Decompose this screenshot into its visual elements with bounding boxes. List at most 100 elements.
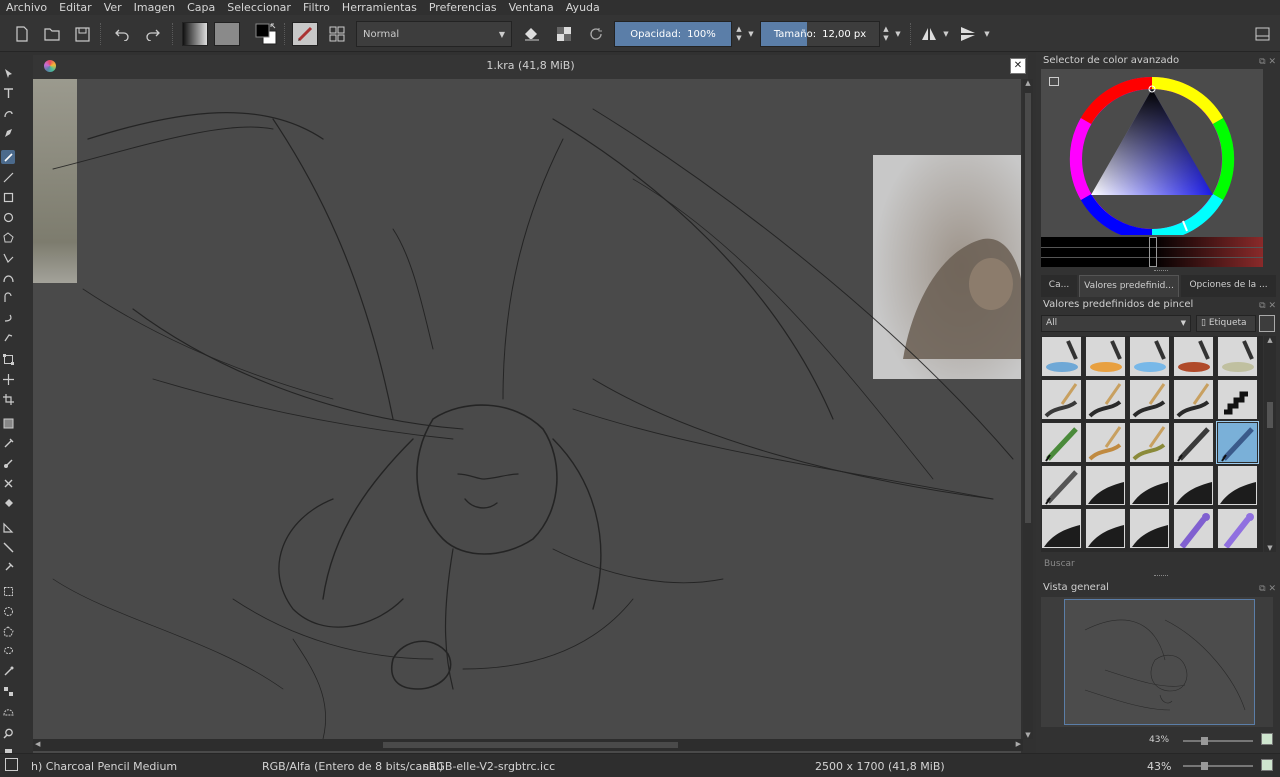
bezier-tool[interactable] — [1, 270, 15, 284]
colorize-mask-tool[interactable] — [1, 456, 15, 470]
polygon-selection-tool[interactable] — [1, 624, 15, 638]
similar-color-selection-tool[interactable] — [1, 684, 15, 698]
dynamic-brush-tool[interactable] — [1, 310, 15, 324]
measure-tool[interactable] — [1, 540, 15, 554]
menu-seleccionar[interactable]: Seleccionar — [227, 1, 291, 14]
status-zoom-slider[interactable] — [1183, 762, 1253, 770]
move-tool[interactable] — [1, 372, 15, 386]
brush-preset-thumbnail[interactable] — [1041, 465, 1082, 506]
overview-area[interactable] — [1041, 597, 1273, 727]
brush-preset-thumbnail[interactable] — [1173, 336, 1214, 377]
brush-preset-thumbnail[interactable] — [1216, 421, 1259, 464]
overview-thumbnail[interactable] — [1064, 599, 1255, 725]
dock-resize-handle[interactable] — [1154, 575, 1168, 577]
menu-preferencias[interactable]: Preferencias — [429, 1, 497, 14]
freehand-selection-tool[interactable] — [1, 644, 15, 658]
tab-ca[interactable]: Ca... — [1041, 275, 1077, 297]
close-document-button[interactable]: ✕ — [1010, 58, 1026, 74]
tab-brush-presets[interactable]: Valores predefinid... — [1079, 275, 1179, 297]
size-spinner[interactable]: ▲ ▼ — [880, 21, 892, 47]
status-fit-icon[interactable] — [1261, 759, 1273, 771]
brush-preset-thumbnail[interactable] — [1217, 508, 1258, 549]
polyline-tool[interactable] — [1, 250, 15, 264]
calligraphy-tool[interactable] — [1, 106, 15, 120]
fit-view-icon[interactable] — [1261, 733, 1273, 745]
brush-preset-thumbnail[interactable] — [1085, 422, 1126, 463]
dock-float-close-icon[interactable]: ⧉ ✕ — [1259, 581, 1276, 597]
mirror-vertical-button[interactable] — [956, 21, 980, 47]
menu-capa[interactable]: Capa — [187, 1, 215, 14]
hsv-color-wheel[interactable] — [1041, 69, 1263, 242]
menu-editar[interactable]: Editar — [59, 1, 92, 14]
scroll-right-arrow[interactable]: ▶ — [1016, 740, 1021, 748]
polygon-tool[interactable] — [1, 230, 15, 244]
opacity-slider[interactable]: Opacidad: 100% — [614, 21, 732, 47]
mirror-vertical-menu[interactable]: ▼ — [982, 21, 992, 47]
line-tool[interactable] — [1, 170, 15, 184]
undo-button[interactable] — [110, 21, 134, 47]
multibrush-tool[interactable] — [1, 330, 15, 344]
ellipse-tool[interactable] — [1, 210, 15, 224]
redo-button[interactable] — [140, 21, 164, 47]
edit-shapes-tool[interactable] — [1, 126, 15, 140]
color-history-bar[interactable] — [1041, 237, 1263, 267]
brush-preset-thumbnail[interactable] — [1129, 465, 1170, 506]
size-slider[interactable]: Tamaño: 12,00 px — [760, 21, 880, 47]
drawing-canvas[interactable] — [33, 79, 1021, 777]
scroll-up-arrow[interactable]: ▲ — [1023, 79, 1033, 89]
brush-preset-thumbnail[interactable] — [1041, 422, 1082, 463]
preset-scroll-thumb[interactable] — [1267, 402, 1273, 428]
preset-search-field[interactable]: Buscar — [1041, 556, 1276, 572]
bezier-selection-tool[interactable] — [1, 704, 15, 718]
eraser-mode-button[interactable] — [520, 21, 544, 47]
status-brush-icon[interactable] — [5, 758, 18, 771]
dock-float-close-icon[interactable]: ⧉ ✕ — [1259, 298, 1276, 314]
gradient-selector[interactable] — [182, 22, 208, 46]
canvas-vertical-scrollbar[interactable]: ▲ ▼ — [1023, 79, 1033, 739]
opacity-menu-button[interactable]: ▼ — [746, 21, 756, 47]
brush-preset-thumbnail[interactable] — [1041, 336, 1082, 377]
freehand-brush-tool[interactable] — [1, 150, 15, 164]
elliptical-selection-tool[interactable] — [1, 604, 15, 618]
menu-archivo[interactable]: Archivo — [6, 1, 47, 14]
pattern-selector[interactable] — [214, 22, 240, 46]
freehand-path-tool[interactable] — [1, 290, 15, 304]
reload-preset-button[interactable] — [584, 21, 608, 47]
brush-preset-thumbnail[interactable] — [1041, 379, 1082, 420]
brush-preset-thumbnail[interactable] — [1085, 465, 1126, 506]
rectangular-selection-tool[interactable] — [1, 584, 15, 598]
fill-tool[interactable] — [1, 496, 15, 510]
brush-preset-thumbnail[interactable] — [1129, 422, 1170, 463]
brush-preset-thumbnail[interactable] — [1217, 379, 1258, 420]
assistant-tool[interactable] — [1, 520, 15, 534]
brush-preset-thumbnail[interactable] — [1173, 508, 1214, 549]
workspace-button[interactable] — [1250, 21, 1274, 47]
rectangle-tool[interactable] — [1, 190, 15, 204]
brush-preset-thumbnail[interactable] — [1217, 336, 1258, 377]
tag-button[interactable]: ▯ Etiqueta — [1196, 315, 1256, 332]
blend-mode-select[interactable]: Normal ▼ — [356, 21, 512, 47]
brush-preset-thumbnail[interactable] — [1173, 422, 1214, 463]
open-document-button[interactable] — [40, 21, 64, 47]
tab-tool-options[interactable]: Opciones de la ... — [1181, 275, 1276, 297]
dock-resize-handle[interactable] — [1154, 270, 1168, 272]
brush-settings-button[interactable] — [325, 21, 349, 47]
preserve-alpha-button[interactable] — [552, 21, 576, 47]
brush-preset-thumbnail[interactable] — [1085, 379, 1126, 420]
tag-filter-select[interactable]: All ▼ — [1041, 315, 1191, 332]
size-menu-button[interactable]: ▼ — [893, 21, 903, 47]
smart-patch-tool[interactable] — [1, 476, 15, 490]
vertical-scroll-thumb[interactable] — [1025, 93, 1031, 523]
overview-zoom-handle[interactable] — [1201, 737, 1208, 745]
zoom-tool[interactable] — [1, 726, 15, 740]
save-document-button[interactable] — [70, 21, 94, 47]
brush-preset-thumbnail[interactable] — [1173, 465, 1214, 506]
brush-preset-thumbnail[interactable] — [1217, 465, 1258, 506]
mirror-horizontal-button[interactable] — [918, 21, 940, 47]
text-tool[interactable] — [1, 86, 15, 100]
brush-preset-thumbnail[interactable] — [1085, 508, 1126, 549]
preset-grid-scrollbar[interactable]: ▲ ▼ — [1264, 336, 1276, 552]
menu-ver[interactable]: Ver — [104, 1, 122, 14]
scroll-left-arrow[interactable]: ◀ — [35, 740, 40, 748]
transform-tool[interactable] — [1, 352, 15, 366]
